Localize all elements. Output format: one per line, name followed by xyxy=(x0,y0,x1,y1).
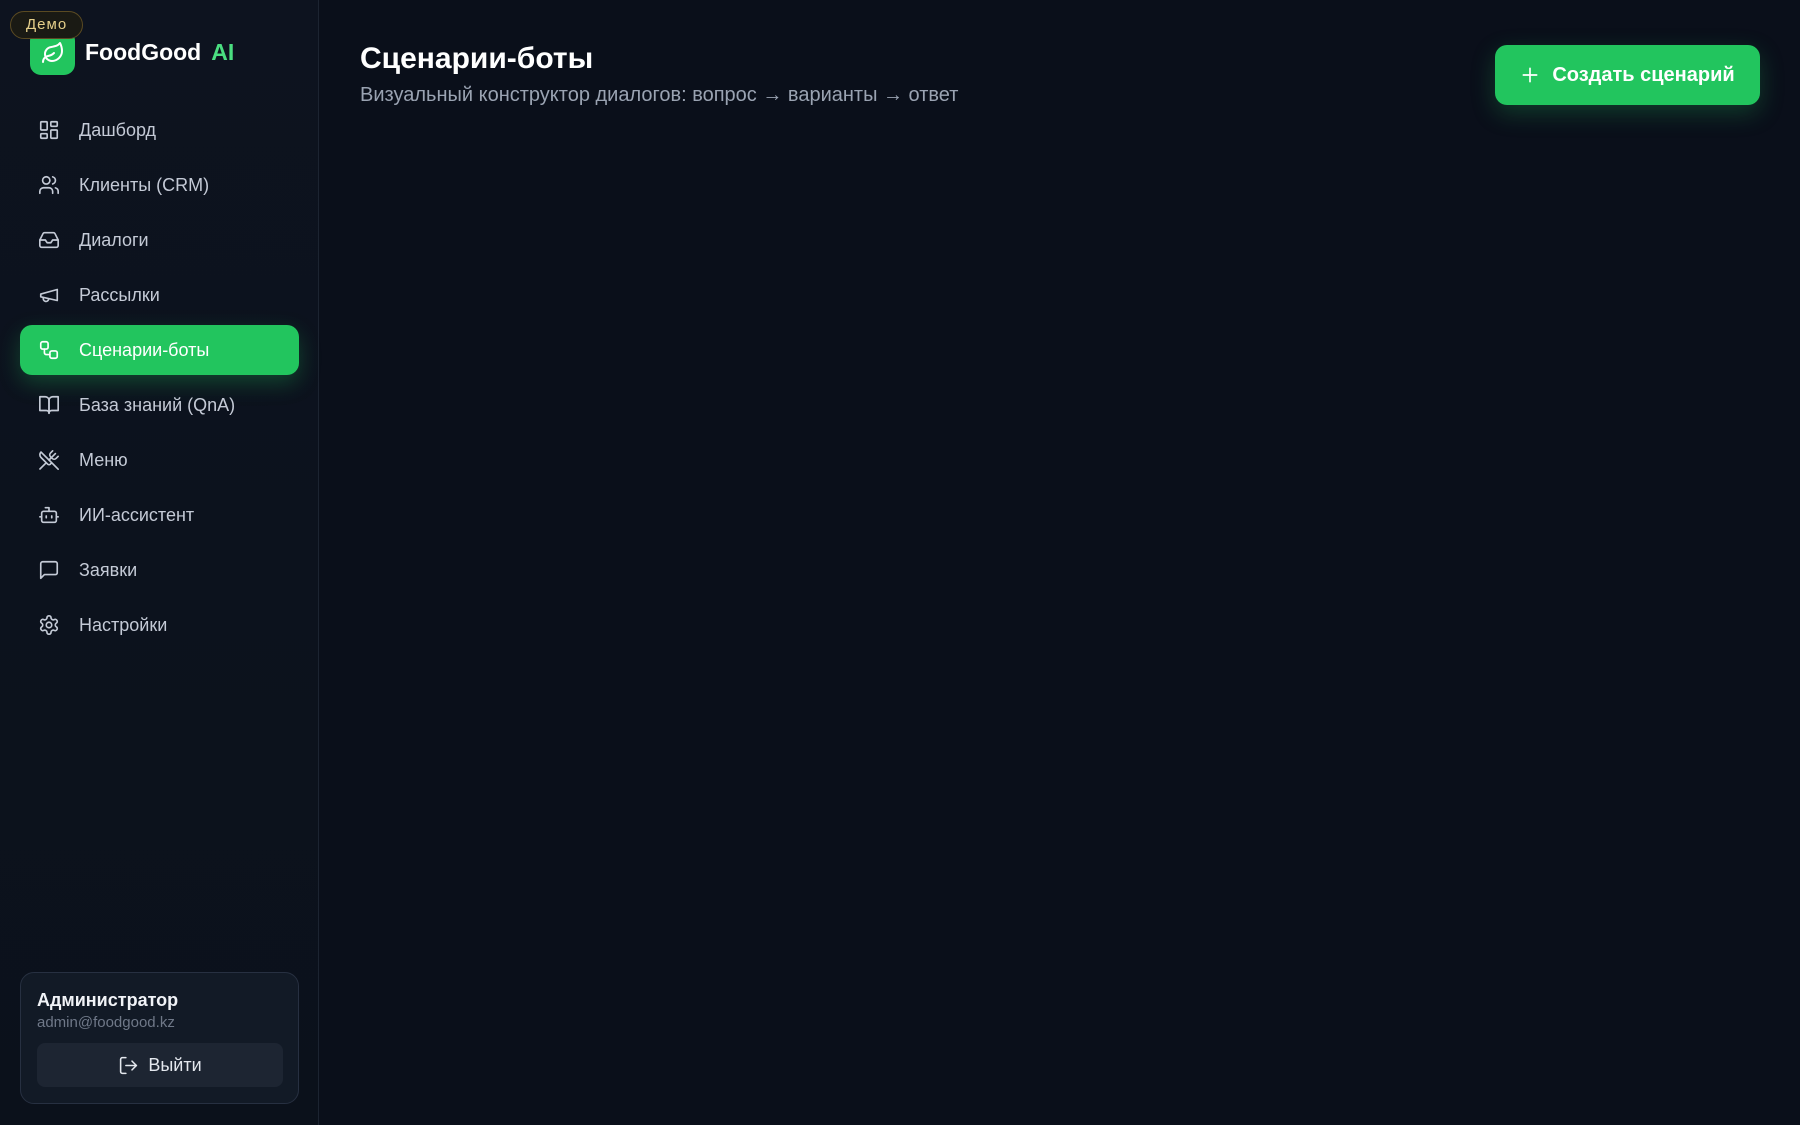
sidebar-item-bot-scenarios[interactable]: Сценарии-боты xyxy=(20,325,299,375)
bot-icon xyxy=(37,503,61,527)
sidebar-item-label: Настройки xyxy=(79,614,168,635)
inbox-icon xyxy=(37,228,61,252)
leaf-icon xyxy=(41,41,65,65)
sidebar-item-settings[interactable]: Настройки xyxy=(20,600,299,650)
page-title: Сценарии-боты xyxy=(360,42,594,75)
sidebar-item-label: Рассылки xyxy=(79,284,160,305)
plus-icon xyxy=(1520,65,1540,85)
sidebar-item-menu[interactable]: Меню xyxy=(20,435,299,485)
create-scenario-button[interactable]: Создать сценарий xyxy=(1495,45,1760,105)
create-scenario-label: Создать сценарий xyxy=(1552,63,1735,86)
sidebar-item-ai-assistant[interactable]: ИИ-ассистент xyxy=(20,490,299,540)
user-email: admin@foodgood.kz xyxy=(37,1014,175,1031)
sidebar-item-dialogs[interactable]: Диалоги xyxy=(20,215,299,265)
demo-badge: Демо xyxy=(10,11,84,39)
sidebar-item-label: Дашборд xyxy=(79,119,157,140)
sidebar-item-mailings[interactable]: Рассылки xyxy=(20,270,299,320)
utensils-icon xyxy=(37,448,61,472)
logout-label: Выйти xyxy=(148,1054,202,1075)
sidebar-item-label: Заявки xyxy=(79,559,138,580)
sidebar-item-clients[interactable]: Клиенты (CRM) xyxy=(20,160,299,210)
sidebar-item-label: Клиенты (CRM) xyxy=(79,174,210,195)
sidebar-item-requests[interactable]: Заявки xyxy=(20,545,299,595)
users-icon xyxy=(37,173,61,197)
sidebar-item-label: База знаний (QnA) xyxy=(79,394,236,415)
gear-icon xyxy=(37,613,61,637)
brand-accent: AI xyxy=(211,39,235,65)
sidebar: FoodGood AI Демо Дашборд Клиенты (CRM) Д… xyxy=(0,0,319,1125)
sidebar-item-label: Диалоги xyxy=(79,229,149,250)
sidebar-item-label: Меню xyxy=(79,449,128,470)
dashboard-icon xyxy=(37,118,61,142)
sidebar-nav: Дашборд Клиенты (CRM) Диалоги Рассылки С… xyxy=(20,105,299,655)
book-icon xyxy=(37,393,61,417)
megaphone-icon xyxy=(37,283,61,307)
sidebar-item-dashboard[interactable]: Дашборд xyxy=(20,105,299,155)
main-content: Сценарии-боты Визуальный конструктор диа… xyxy=(320,0,1800,1125)
user-name: Администратор xyxy=(37,990,179,1010)
brand-name: FoodGood xyxy=(85,39,202,65)
workflow-icon xyxy=(37,338,61,362)
user-card: Администратор admin@foodgood.kz Выйти xyxy=(20,972,299,1104)
page-subtitle: Визуальный конструктор диалогов: вопрос … xyxy=(360,84,959,106)
sidebar-item-label: Сценарии-боты xyxy=(79,339,210,360)
sidebar-item-knowledge-base[interactable]: База знаний (QnA) xyxy=(20,380,299,430)
logout-icon xyxy=(118,1055,139,1076)
logout-button[interactable]: Выйти xyxy=(37,1043,283,1087)
sidebar-item-label: ИИ-ассистент xyxy=(79,504,195,525)
message-icon xyxy=(37,558,61,582)
